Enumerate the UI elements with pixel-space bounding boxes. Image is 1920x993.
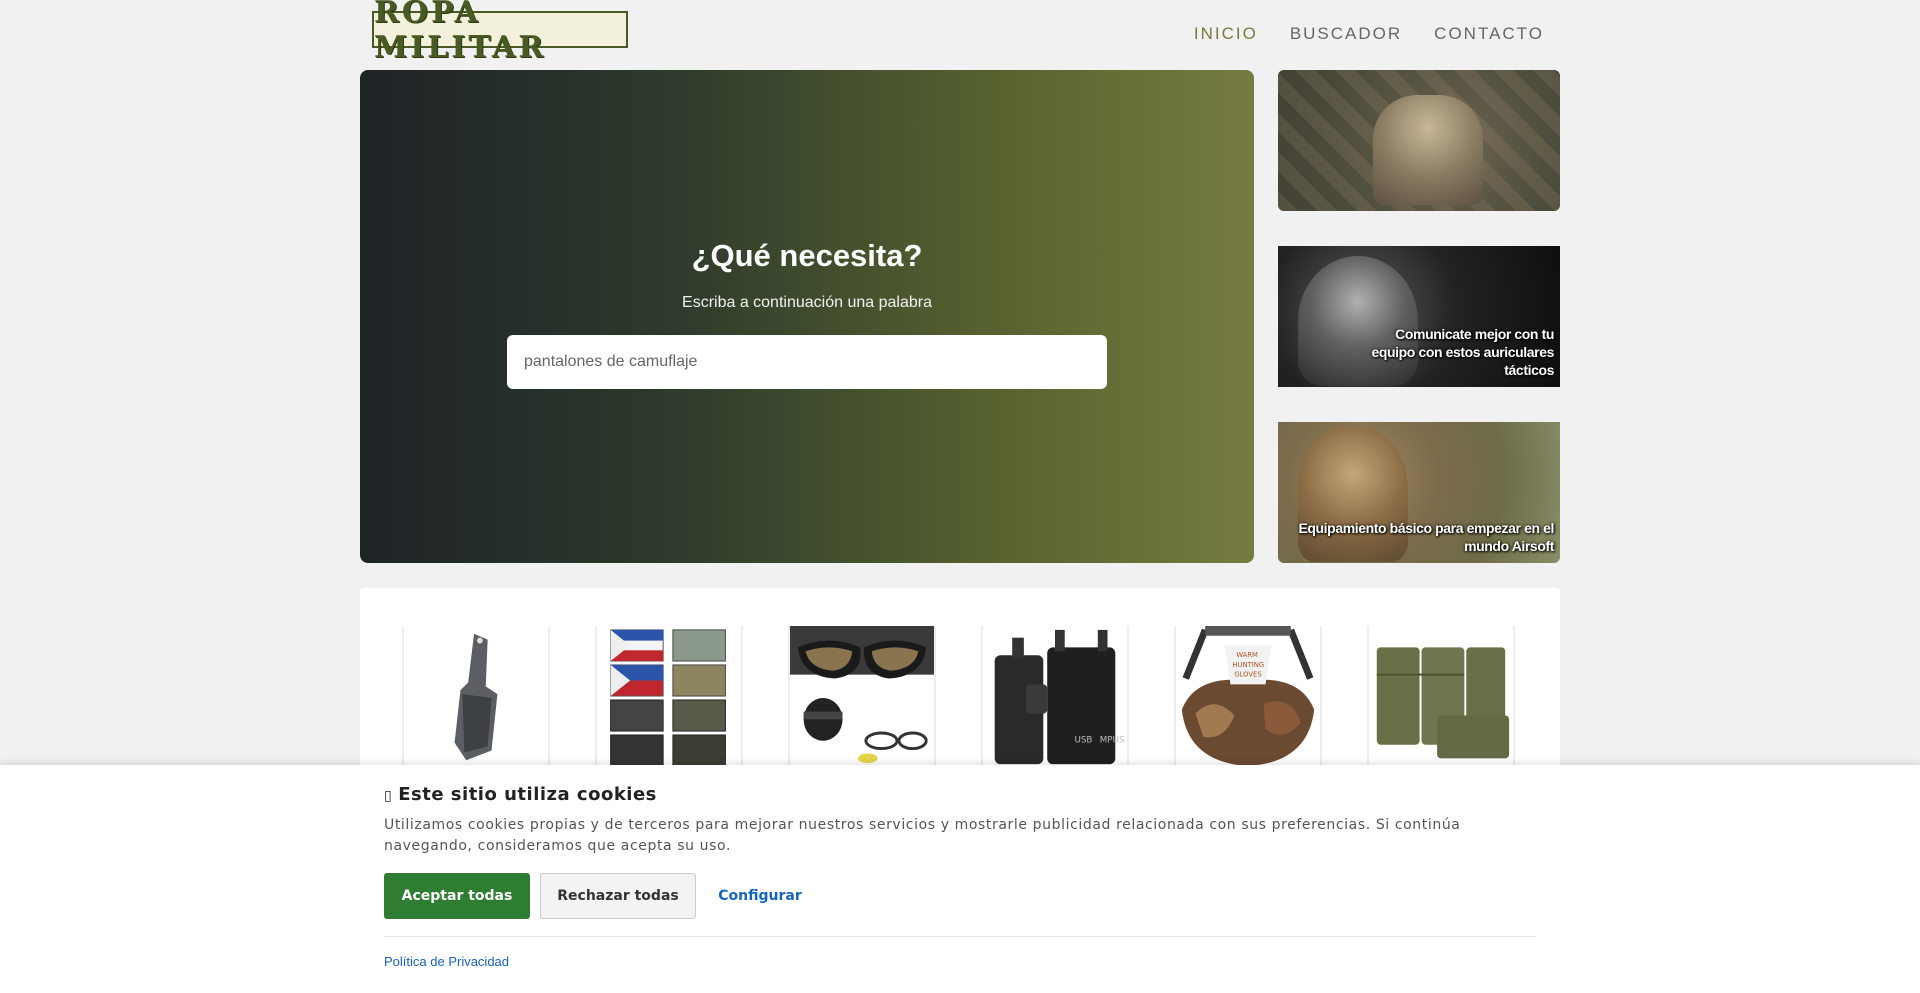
nav-contacto[interactable]: CONTACTO xyxy=(1434,24,1544,44)
banner-caption: Equipamiento básico para empezar en el m… xyxy=(1298,520,1554,554)
magazine-pouch-icon xyxy=(1376,647,1510,759)
cookie-description: Utilizamos cookies propias y de terceros… xyxy=(384,817,1461,854)
product-card[interactable]: USB MPUS xyxy=(981,626,1129,771)
logo-text: ROPA MILITAR xyxy=(374,0,547,65)
cookie-title-text: Este sitio utiliza cookies xyxy=(398,784,657,805)
search-input[interactable] xyxy=(507,335,1107,389)
configure-button[interactable]: Configurar xyxy=(712,873,808,919)
radio-adapter-icon: USB MPUS xyxy=(994,629,1125,765)
cookie-title: ▯ Este sitio utiliza cookies xyxy=(384,784,657,805)
product-card[interactable] xyxy=(788,626,936,771)
hero-search-panel: ¿Qué necesita? Escriba a continuación un… xyxy=(360,70,1254,563)
product-card[interactable] xyxy=(595,626,743,771)
patches-icon xyxy=(610,629,726,767)
main-nav: INICIO BUSCADOR CONTACTO xyxy=(1194,24,1544,44)
cookie-icon: ▯ xyxy=(384,788,393,804)
hero-title: ¿Qué necesita? xyxy=(691,238,923,273)
nav-inicio[interactable]: INICIO xyxy=(1194,24,1258,44)
site-logo[interactable]: ROPA MILITAR xyxy=(372,0,628,65)
svg-text:USB: USB xyxy=(1074,736,1092,746)
tactical-glasses-icon xyxy=(790,626,934,764)
privacy-policy-link[interactable]: Política de Privacidad xyxy=(384,954,509,969)
nav-buscador[interactable]: BUSCADOR xyxy=(1290,24,1402,44)
svg-text:MPUS: MPUS xyxy=(1100,736,1125,746)
knife-icon xyxy=(454,633,498,761)
banner-caption: Comunicate mejor con tu equipo con estos… xyxy=(1371,326,1554,378)
product-card[interactable] xyxy=(1367,626,1515,771)
reject-all-button[interactable]: Rechazar todas xyxy=(540,873,696,919)
hero-subtitle: Escriba a continuación una palabra xyxy=(682,294,932,311)
banner-tactical-headsets[interactable]: Comunicate mejor con tu equipo con estos… xyxy=(1278,246,1560,387)
product-card[interactable] xyxy=(402,626,550,771)
soldier-figure-icon xyxy=(1373,95,1483,205)
svg-text:GLOVES: GLOVES xyxy=(1234,671,1261,679)
accept-all-button[interactable]: Aceptar todas xyxy=(384,873,530,919)
banner-airsoft-equipment[interactable]: Equipamiento básico para empezar en el m… xyxy=(1278,422,1560,563)
site-header: ROPA MILITAR INICIO BUSCADOR CONTACTO xyxy=(0,0,1920,70)
banner-soldier-image[interactable] xyxy=(1278,70,1560,211)
product-card[interactable]: WARM HUNTING GLOVES xyxy=(1174,626,1322,771)
svg-text:WARM: WARM xyxy=(1236,651,1258,659)
cookie-banner: ▯ Este sitio utiliza cookies Utilizamos c… xyxy=(0,765,1920,993)
hand-warmer-icon: WARM HUNTING GLOVES xyxy=(1181,626,1315,767)
svg-text:HUNTING: HUNTING xyxy=(1232,661,1264,669)
divider xyxy=(384,936,1536,937)
